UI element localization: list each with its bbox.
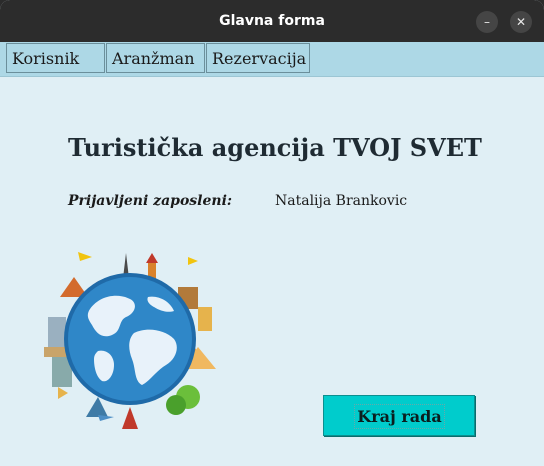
menu-korisnik[interactable]: Korisnik [6,43,105,73]
minimize-button[interactable]: – [476,11,498,33]
close-button[interactable]: ✕ [510,11,532,33]
main-panel: Turistička agencija TVOJ SVET Prijavljen… [4,77,540,462]
title-bar[interactable]: Glavna forma – ✕ [0,0,544,42]
exit-button[interactable]: Kraj rada [323,395,475,436]
main-window: Glavna forma – ✕ Korisnik Aranžman Rezer… [0,0,544,466]
close-icon: ✕ [515,15,527,29]
window-title: Glavna forma [219,13,325,29]
employee-name: Natalija Brankovic [275,193,408,209]
menu-rezervacija[interactable]: Rezervacija [206,43,310,73]
minimize-icon: – [484,15,490,29]
exit-button-label: Kraj rada [354,404,445,429]
menu-bar: Korisnik Aranžman Rezervacija [0,42,544,77]
globe-icon [64,273,196,405]
employee-label: Prijavljeni zaposleni: [68,193,233,209]
page-title: Turistička agencija TVOJ SVET [68,133,482,162]
travel-globe-illustration [44,252,216,429]
menu-aranzman[interactable]: Aranžman [106,43,205,73]
